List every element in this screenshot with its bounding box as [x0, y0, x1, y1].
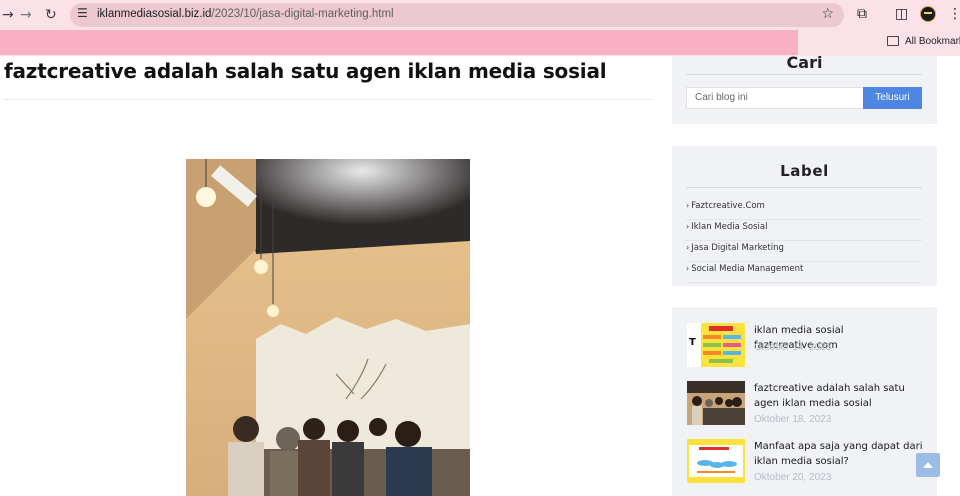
folder-icon: [887, 36, 899, 46]
label-link[interactable]: › Social Media Management: [686, 262, 922, 283]
url-text: iklanmediasosial.biz.id/2023/10/jasa-dig…: [97, 8, 394, 20]
label-link-text: Jasa Digital Marketing: [691, 243, 784, 253]
url-host: iklanmediasosial.biz.id: [97, 8, 212, 20]
back-to-top-button[interactable]: [916, 453, 940, 477]
title-divider: [4, 99, 652, 100]
label-widget: Label › Faztcreative.Com › Iklan Media Sos…: [672, 146, 937, 286]
divider: [686, 74, 922, 75]
label-link-text: Social Media Management: [691, 264, 804, 274]
chevron-right-icon: ›: [686, 264, 690, 273]
popular-post-title[interactable]: Manfaat apa saja yang dapat dari iklan m…: [754, 439, 930, 469]
avatar[interactable]: [920, 6, 936, 22]
label-link-text: Faztcreative.Com: [691, 201, 765, 211]
label-link[interactable]: › Iklan Media Sosial: [686, 220, 922, 241]
search-button[interactable]: Telusuri: [863, 87, 922, 109]
post-title: faztcreative adalah salah satu agen ikla…: [4, 59, 607, 83]
reload-icon[interactable]: ↻: [45, 6, 57, 24]
label-link[interactable]: › Jasa Digital Marketing: [686, 241, 922, 262]
chevron-right-icon: ›: [686, 201, 690, 210]
post-thumbnail[interactable]: [687, 381, 745, 425]
chevron-right-icon: ›: [686, 222, 690, 231]
label-link-text: Iklan Media Sosial: [691, 222, 768, 232]
sidebar-icon[interactable]: ◫: [895, 6, 908, 22]
address-bar[interactable]: ☰ iklanmediasosial.biz.id/2023/10/jasa-d…: [70, 3, 844, 27]
popular-post-date: Oktober 20, 2023: [754, 472, 832, 483]
arrow-left-icon[interactable]: →: [2, 6, 14, 24]
post-thumbnail[interactable]: [687, 439, 745, 483]
post-thumbnail[interactable]: T: [687, 323, 745, 367]
tune-icon[interactable]: ☰: [77, 6, 88, 20]
puzzle-icon[interactable]: ⧉: [857, 6, 867, 22]
search-widget: Cari Cari blog ini Telusuri: [672, 53, 937, 124]
popular-post-date: Oktober 18, 2023: [754, 414, 832, 425]
popular-posts-widget: T iklan media sosial faztcreative.com Ok…: [672, 307, 937, 496]
search-widget-title: Cari: [786, 53, 823, 72]
label-link[interactable]: › Faztcreative.Com: [686, 199, 922, 220]
label-widget-title: Label: [780, 162, 829, 180]
browser-toolbar: → → ↻ ☰ iklanmediasosial.biz.id/2023/10/…: [0, 0, 960, 30]
kebab-menu-icon[interactable]: ⋮: [948, 6, 960, 22]
popular-post-title[interactable]: faztcreative adalah salah satu agen ikla…: [754, 381, 930, 411]
star-icon[interactable]: ☆: [821, 6, 834, 22]
svg-text:T: T: [689, 337, 696, 348]
divider: [686, 187, 922, 188]
arrow-right-icon[interactable]: →: [20, 6, 32, 24]
post-photo: [186, 159, 470, 496]
pink-banner: [0, 30, 798, 55]
all-bookmarks-button[interactable]: All Bookmarks: [905, 36, 960, 47]
search-input[interactable]: Cari blog ini: [686, 87, 864, 109]
chevron-right-icon: ›: [686, 243, 690, 252]
url-path: /2023/10/jasa-digital-marketing.html: [211, 8, 394, 20]
popular-post-date: Oktober 14, 2023: [754, 342, 832, 353]
